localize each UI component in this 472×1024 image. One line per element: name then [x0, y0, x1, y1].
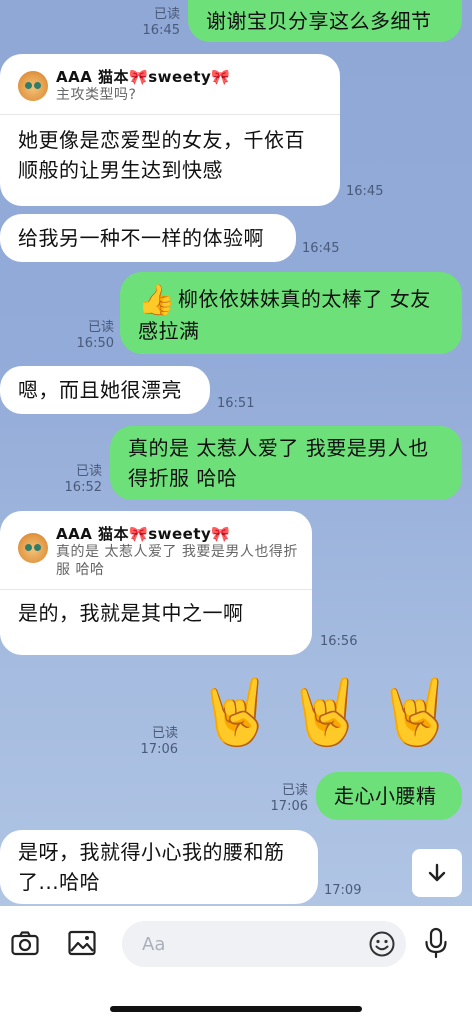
message-bubble-outgoing[interactable]: 谢谢宝贝分享这么多细节: [188, 0, 462, 42]
reply-preview[interactable]: AAA 猫本🎀sweety🎀 主攻类型吗?: [0, 54, 340, 115]
message-bubble-outgoing[interactable]: 真的是 太惹人爱了 我要是男人也得折服 哈哈: [110, 426, 462, 500]
arrow-down-icon: [428, 863, 446, 882]
message-bubble-incoming-reply[interactable]: AAA 猫本🎀sweety🎀 真的是 太惹人爱了 我要是男人也得折服 哈哈 是的…: [0, 511, 312, 655]
read-receipt: 已读 17:06: [140, 726, 178, 757]
avatar: [18, 533, 48, 563]
gallery-button[interactable]: [64, 925, 100, 961]
rock-on-icon: 🤘: [286, 676, 366, 750]
reply-author: AAA 猫本🎀sweety🎀: [56, 525, 231, 543]
message-bubble-incoming[interactable]: 是呀，我就得小心我的腰和筋了...哈哈: [0, 830, 318, 904]
message-text: 她更像是恋爱型的女友，千依百顺般的让男生达到快感: [18, 128, 305, 182]
chat-area[interactable]: 已读 16:45 谢谢宝贝分享这么多细节 AAA 猫本🎀sweety🎀 主攻类型…: [0, 0, 472, 906]
message-bubble-incoming[interactable]: 给我另一种不一样的体验啊: [0, 214, 296, 262]
reply-quote: 真的是 太惹人爱了 我要是男人也得折服 哈哈: [56, 544, 298, 578]
message-time: 16:56: [320, 634, 358, 649]
emoji-message[interactable]: 🤘 🤘 🤘: [190, 672, 462, 762]
reply-quote: 主攻类型吗?: [56, 87, 137, 103]
voice-button[interactable]: [418, 925, 454, 961]
scroll-to-bottom-button[interactable]: [412, 849, 462, 897]
microphone-icon: [425, 927, 447, 959]
rock-on-icon: 🤘: [376, 676, 456, 750]
thumbs-up-icon: 👍: [138, 283, 176, 318]
message-bubble-outgoing[interactable]: 走心小腰精: [316, 772, 462, 820]
message-bubble-incoming[interactable]: 嗯，而且她很漂亮: [0, 366, 210, 414]
rock-on-icon: 🤘: [196, 676, 276, 750]
read-receipt: 已读 17:06: [270, 783, 308, 814]
emoji-icon: [369, 931, 395, 957]
message-text: 真的是 太惹人爱了 我要是男人也得折服 哈哈: [128, 436, 429, 490]
read-receipt: 已读 16:45: [142, 7, 180, 38]
message-bubble-outgoing[interactable]: 👍 柳依依妹妹真的太棒了 女友感拉满: [120, 272, 462, 354]
message-time: 17:09: [324, 883, 362, 898]
message-time: 16:51: [217, 396, 255, 411]
message-text: 嗯，而且她很漂亮: [18, 378, 182, 402]
message-bubble-incoming-reply[interactable]: AAA 猫本🎀sweety🎀 主攻类型吗? 她更像是恋爱型的女友，千依百顺般的让…: [0, 54, 340, 206]
camera-icon: [11, 931, 39, 956]
message-text: 柳依依妹妹真的太棒了 女友感拉满: [138, 287, 431, 343]
message-text: 谢谢宝贝分享这么多细节: [206, 9, 432, 33]
message-text: 是呀，我就得小心我的腰和筋了...哈哈: [18, 840, 285, 894]
message-text: 是的，我就是其中之一啊: [18, 601, 244, 625]
image-icon: [68, 930, 96, 956]
read-receipt: 已读 16:50: [76, 320, 114, 351]
reply-preview[interactable]: AAA 猫本🎀sweety🎀 真的是 太惹人爱了 我要是男人也得折服 哈哈: [0, 511, 312, 590]
avatar: [18, 71, 48, 101]
read-receipt: 已读 16:52: [64, 464, 102, 495]
message-time: 16:45: [346, 184, 384, 199]
home-indicator: [110, 1006, 362, 1012]
message-time: 16:45: [302, 241, 340, 256]
emoji-button[interactable]: [364, 926, 400, 962]
camera-button[interactable]: [7, 925, 43, 961]
message-text: 给我另一种不一样的体验啊: [18, 226, 264, 250]
message-text: 走心小腰精: [334, 784, 437, 808]
reply-author: AAA 猫本🎀sweety🎀: [56, 68, 231, 86]
